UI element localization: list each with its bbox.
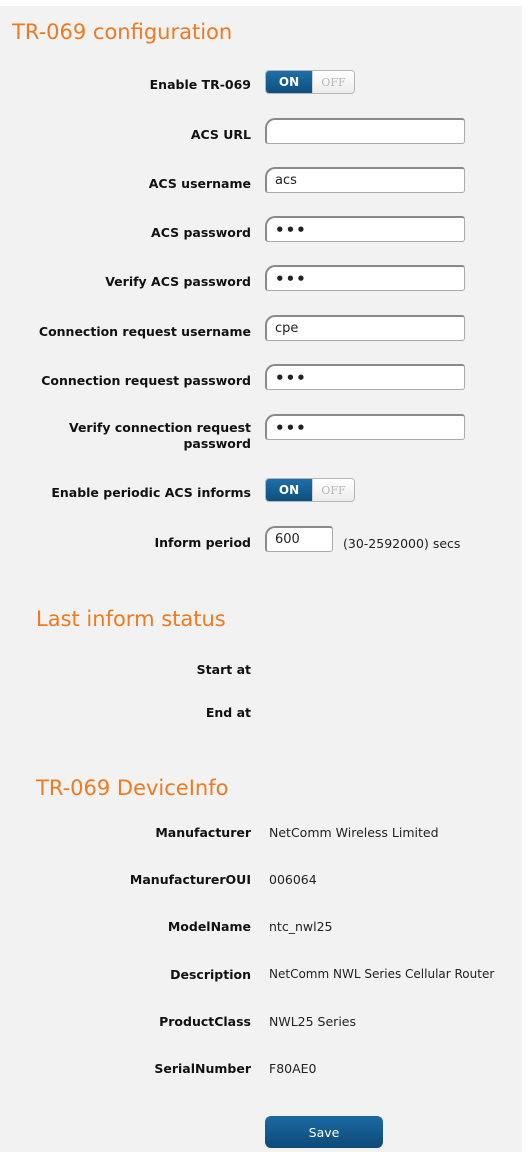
periodic-informs-label: Enable periodic ACS informs <box>51 485 251 500</box>
description-label: Description <box>170 967 251 982</box>
manufacturer-value: NetComm Wireless Limited <box>269 825 439 840</box>
acs-url-label: ACS URL <box>190 127 251 142</box>
toggle-off[interactable]: OFF <box>312 479 354 501</box>
acs-password-label: ACS password <box>151 225 251 240</box>
enable-tr069-toggle[interactable]: ON OFF <box>265 70 355 94</box>
inform-period-label: Inform period <box>154 535 251 550</box>
conn-req-username-input[interactable] <box>265 315 465 341</box>
verify-acs-password-label: Verify ACS password <box>105 274 251 289</box>
section-title-device-info: TR-069 DeviceInfo <box>36 776 229 800</box>
settings-panel: TR-069 configuration Enable TR-069 ON OF… <box>0 6 522 1152</box>
model-name-value: ntc_nwl25 <box>269 919 333 934</box>
conn-req-password-input[interactable] <box>265 364 465 390</box>
description-value: NetComm NWL Series Cellular Router <box>269 967 495 981</box>
serial-number-label: SerialNumber <box>154 1061 251 1076</box>
acs-password-input[interactable] <box>265 216 465 242</box>
verify-conn-req-password-label: Verify connection request password <box>68 420 251 451</box>
enable-tr069-label: Enable TR-069 <box>149 77 251 92</box>
section-title-configuration: TR-069 configuration <box>12 20 233 44</box>
model-name-label: ModelName <box>167 919 251 934</box>
periodic-informs-toggle[interactable]: ON OFF <box>265 478 355 502</box>
inform-period-hint: (30-2592000) secs <box>343 536 461 551</box>
verify-acs-password-input[interactable] <box>265 265 465 291</box>
manufacturer-oui-value: 006064 <box>269 872 317 887</box>
manufacturer-oui-label: ManufacturerOUI <box>129 872 251 887</box>
toggle-on[interactable]: ON <box>266 71 312 93</box>
verify-conn-req-password-input[interactable] <box>265 414 465 440</box>
acs-username-label: ACS username <box>148 176 251 191</box>
conn-req-username-label: Connection request username <box>38 324 251 339</box>
section-title-status: Last inform status <box>36 607 226 631</box>
conn-req-password-label: Connection request password <box>41 373 251 388</box>
acs-url-input[interactable] <box>265 118 465 144</box>
manufacturer-label: Manufacturer <box>155 825 251 840</box>
save-button[interactable]: Save <box>265 1116 383 1148</box>
inform-period-input[interactable] <box>265 526 333 552</box>
acs-username-input[interactable] <box>265 167 465 193</box>
start-at-label: Start at <box>196 662 251 677</box>
product-class-value: NWL25 Series <box>269 1014 356 1029</box>
end-at-label: End at <box>205 705 251 720</box>
product-class-label: ProductClass <box>159 1014 251 1029</box>
toggle-off[interactable]: OFF <box>312 71 354 93</box>
toggle-on[interactable]: ON <box>266 479 312 501</box>
serial-number-value: F80AE0 <box>269 1061 317 1076</box>
